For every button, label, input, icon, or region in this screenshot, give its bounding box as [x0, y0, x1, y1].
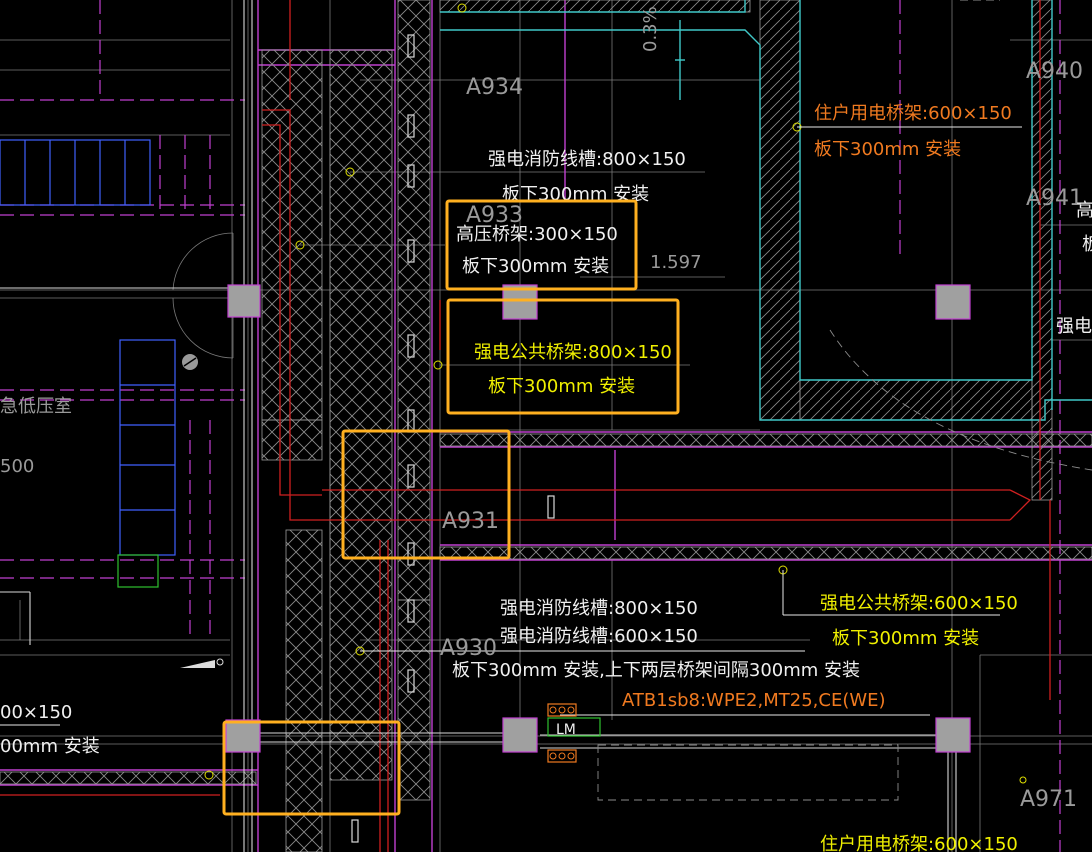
cad-drawing-canvas[interactable]: A934 A933 A931 A930 A940 A941 A971 急低压室 …: [0, 0, 1092, 852]
resident-tray-label: 住户用电桥架:600×150: [814, 103, 1012, 124]
background: [0, 0, 1092, 852]
lm-symbol: LM: [556, 722, 576, 738]
public-tray-600-mount: 板下300mm 安装: [832, 628, 979, 649]
left-tray-mount: 00mm 安装: [0, 736, 100, 757]
public-tray-600-label: 强电公共桥架:600×150: [820, 593, 1018, 614]
room-low-voltage: 急低压室: [0, 396, 72, 417]
fire-tray-2-mount: 板下300mm 安装,上下两层桥架间隔300mm 安装: [452, 660, 860, 681]
hv-tray-label: 高压桥架:300×150: [456, 224, 618, 245]
room-a931: A931: [442, 509, 499, 534]
bottom-cut-label: 住户用电桥架:600×150: [820, 834, 1018, 852]
room-a934: A934: [466, 75, 523, 100]
room-left-dimension: 500: [0, 456, 34, 477]
dimension-1597: 1.597: [650, 252, 702, 273]
room-a941: A941: [1026, 186, 1083, 211]
right-cut-2: 板: [1082, 234, 1092, 255]
fire-tray-2b-label: 强电消防线槽:600×150: [500, 626, 698, 647]
room-a940: A940: [1026, 59, 1083, 84]
room-a930: A930: [440, 636, 497, 661]
left-tray-size: 00×150: [0, 702, 72, 723]
hv-tray-mount: 板下300mm 安装: [462, 256, 609, 277]
fire-tray-2a-label: 强电消防线槽:800×150: [500, 598, 698, 619]
public-tray-800-label: 强电公共桥架:800×150: [474, 342, 672, 363]
public-tray-800-mount: 板下300mm 安装: [488, 376, 635, 397]
slope-label: 0.3%: [640, 6, 661, 52]
room-a971: A971: [1020, 787, 1077, 812]
right-cut-3: 强电: [1056, 316, 1092, 337]
resident-tray-mount: 板下300mm 安装: [814, 139, 961, 160]
right-cut-1: 高: [1076, 200, 1092, 221]
circuit-label: ATB1sb8:WPE2,MT25,CE(WE): [622, 690, 886, 711]
fire-tray-1-label: 强电消防线槽:800×150: [488, 149, 686, 170]
